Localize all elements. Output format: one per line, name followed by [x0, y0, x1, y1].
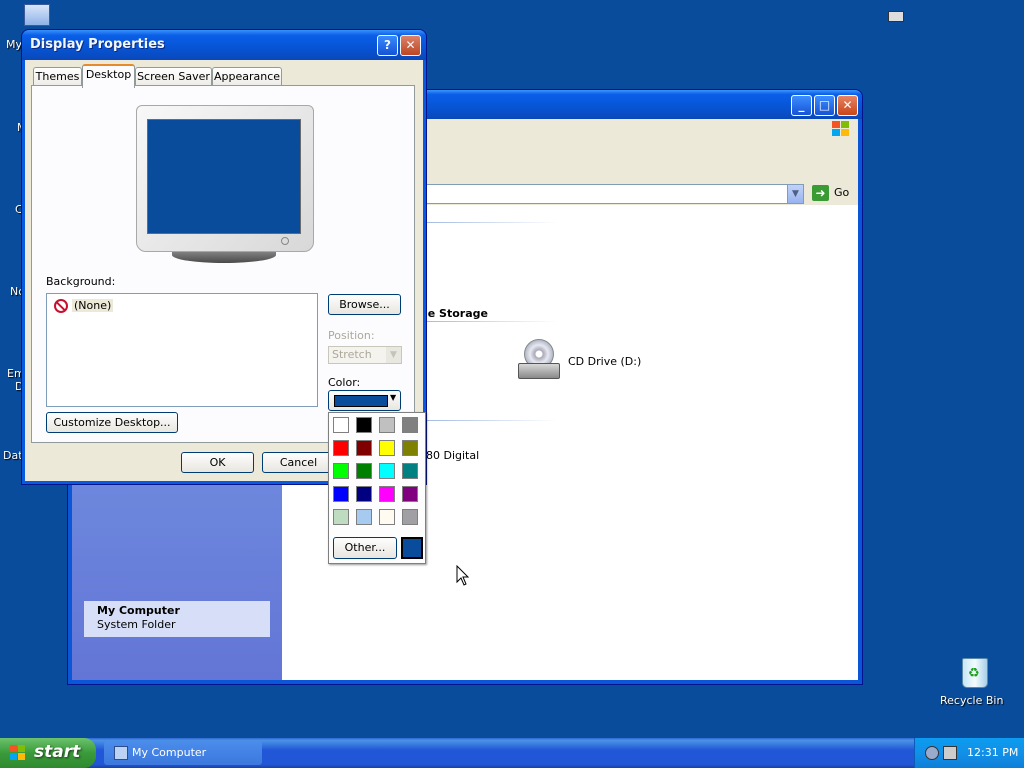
chevron-down-icon[interactable]: ▼	[787, 185, 803, 203]
color-swatch-option[interactable]	[356, 440, 372, 456]
color-swatch-option[interactable]	[402, 486, 418, 502]
go-arrow-icon: ➜	[812, 185, 829, 201]
color-swatch-option[interactable]	[379, 440, 395, 456]
color-swatch-option[interactable]	[356, 463, 372, 479]
section-divider	[422, 321, 558, 322]
cd-drive-label: CD Drive (D:)	[568, 355, 642, 368]
go-label: Go	[834, 186, 850, 199]
color-swatch-option[interactable]	[379, 463, 395, 479]
monitor-bezel	[136, 105, 314, 252]
color-swatch-option[interactable]	[379, 486, 395, 502]
list-item-none[interactable]: (None)	[50, 296, 134, 313]
customize-desktop-button[interactable]: Customize Desktop...	[46, 412, 178, 433]
cancel-button[interactable]: Cancel	[262, 452, 335, 473]
desktop-icon-my-documents[interactable]	[20, 4, 54, 32]
color-swatch-option[interactable]	[402, 440, 418, 456]
color-swatch-option[interactable]	[333, 463, 349, 479]
clock[interactable]: 12:31 PM	[967, 746, 1018, 759]
color-swatch	[334, 395, 388, 407]
recycle-bin-label: Recycle Bin	[940, 694, 1004, 707]
color-swatch-option[interactable]	[379, 509, 395, 525]
details-title: My Computer	[97, 604, 180, 617]
section-divider	[422, 222, 558, 223]
desktop-icon-label: Dat	[3, 449, 23, 462]
position-label: Position:	[328, 329, 375, 342]
dialog-titlebar[interactable]: Display Properties ? ✕	[22, 30, 426, 60]
other-item-label[interactable]: 80 Digital	[426, 449, 479, 462]
power-button-icon	[281, 237, 289, 245]
network-icon[interactable]	[925, 746, 939, 760]
close-button[interactable]: ✕	[837, 95, 858, 116]
details-subtitle: System Folder	[97, 618, 176, 631]
desktop-icon-label: My	[6, 38, 23, 51]
windows-logo-icon	[832, 121, 850, 137]
computer-icon	[24, 4, 50, 26]
chevron-down-icon: ▼	[390, 393, 397, 402]
cd-drive-item[interactable]: CD Drive (D:)	[518, 339, 658, 383]
tab-appearance[interactable]: Appearance	[212, 67, 282, 86]
monitor-screen	[147, 119, 301, 234]
minimize-button[interactable]: _	[791, 95, 812, 116]
current-color-swatch[interactable]	[401, 537, 423, 559]
color-swatch-option[interactable]	[402, 463, 418, 479]
color-swatch-option[interactable]	[333, 417, 349, 433]
dialog-title: Display Properties	[30, 37, 165, 52]
taskbar-item-label: My Computer	[132, 746, 207, 759]
section-title-removable-storage: le Storage	[424, 307, 488, 320]
browse-button[interactable]: Browse...	[328, 294, 401, 315]
tab-screen-saver[interactable]: Screen Saver	[135, 67, 212, 86]
position-value: Stretch	[332, 348, 372, 361]
background-list[interactable]: (None)	[46, 293, 318, 407]
color-swatch-option[interactable]	[379, 417, 395, 433]
help-button[interactable]: ?	[377, 35, 398, 56]
windows-logo-icon	[10, 745, 26, 761]
maximize-button[interactable]: □	[814, 95, 835, 116]
recycle-bin-icon[interactable]: ♻	[958, 656, 990, 688]
position-select: Stretch ▼	[328, 346, 402, 364]
prohibited-icon	[54, 299, 68, 313]
color-picker-popup: Other...	[328, 412, 426, 564]
monitor-preview	[136, 105, 314, 265]
color-swatch-option[interactable]	[333, 440, 349, 456]
system-tray: 12:31 PM	[914, 738, 1024, 768]
tab-desktop[interactable]: Desktop	[82, 64, 135, 88]
close-button[interactable]: ✕	[400, 35, 421, 56]
color-swatch-option[interactable]	[333, 509, 349, 525]
section-divider	[422, 420, 558, 421]
color-swatch-option[interactable]	[356, 509, 372, 525]
color-swatch-option[interactable]	[402, 509, 418, 525]
ok-button[interactable]: OK	[181, 452, 254, 473]
color-label: Color:	[328, 376, 361, 389]
cd-drive-icon	[518, 339, 562, 383]
start-label: start	[34, 742, 81, 762]
start-button[interactable]: start	[0, 738, 96, 768]
taskbar: start My Computer 12:31 PM	[0, 738, 1024, 768]
color-button[interactable]: ▼	[328, 390, 401, 411]
mouse-cursor-icon	[456, 565, 470, 586]
computer-icon	[114, 746, 128, 760]
volume-icon[interactable]	[943, 746, 957, 760]
tab-themes[interactable]: Themes	[33, 67, 82, 86]
background-label: Background:	[46, 275, 116, 288]
color-swatch-option[interactable]	[333, 486, 349, 502]
other-color-button[interactable]: Other...	[333, 537, 397, 559]
taskbar-item-my-computer[interactable]: My Computer	[104, 741, 262, 765]
details-panel: My Computer System Folder	[84, 601, 270, 637]
color-swatch-option[interactable]	[356, 486, 372, 502]
list-item-label: (None)	[72, 299, 114, 312]
color-swatch-option[interactable]	[402, 417, 418, 433]
go-button[interactable]: ➜ Go	[810, 184, 856, 202]
chevron-down-icon: ▼	[386, 347, 401, 363]
color-swatch-option[interactable]	[356, 417, 372, 433]
keyboard-icon[interactable]	[888, 11, 904, 22]
